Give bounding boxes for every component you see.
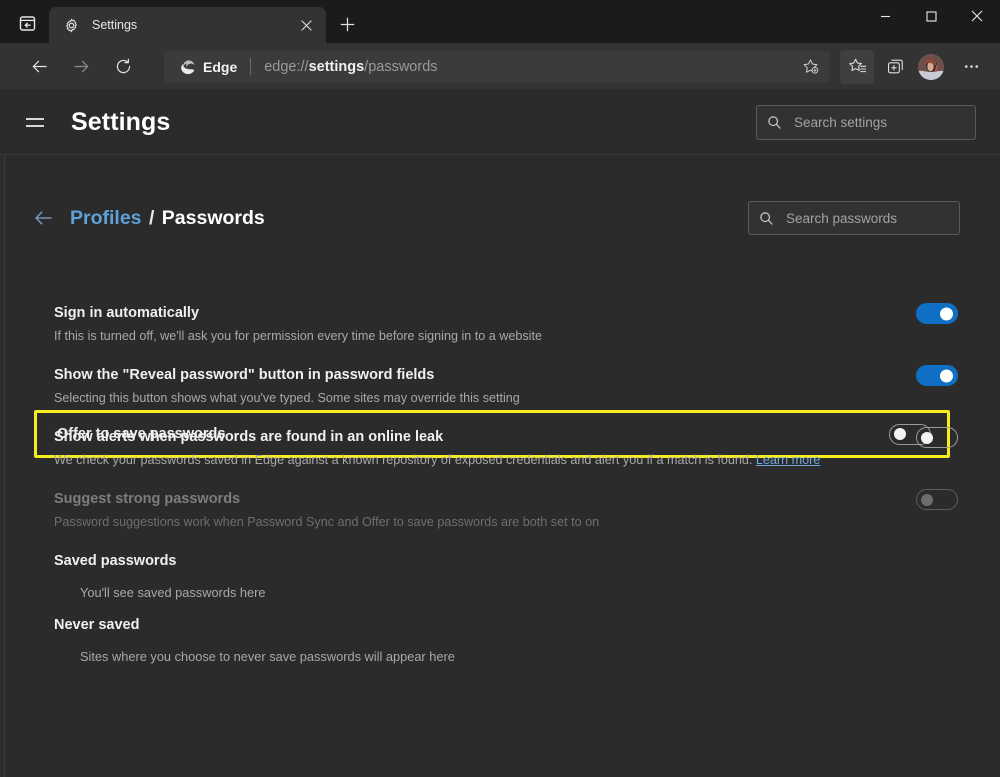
gear-icon — [63, 17, 80, 34]
breadcrumb-profiles-link[interactable]: Profiles — [70, 207, 142, 229]
reload-button[interactable] — [106, 50, 140, 84]
hamburger-icon[interactable] — [18, 106, 52, 140]
arrow-right-icon — [72, 57, 91, 76]
profile-avatar[interactable] — [918, 54, 944, 80]
search-settings-placeholder: Search settings — [794, 115, 887, 130]
page-back-button[interactable] — [28, 203, 58, 233]
setting-texts: Suggest strong passwords Password sugges… — [54, 489, 916, 531]
more-options-button[interactable] — [954, 50, 988, 84]
browser-tab-settings[interactable]: Settings — [49, 7, 326, 43]
search-settings-input[interactable]: Search settings — [756, 105, 976, 140]
setting-description-text: We check your passwords saved in Edge ag… — [54, 453, 752, 467]
setting-description: If this is turned off, we'll ask you for… — [54, 327, 896, 345]
search-passwords-placeholder: Search passwords — [786, 211, 897, 226]
left-edge-rail — [4, 155, 5, 777]
title-bar: Settings — [0, 0, 1000, 43]
avatar — [918, 54, 944, 80]
hamburger-line — [26, 125, 44, 127]
new-tab-button[interactable] — [332, 9, 362, 39]
edge-logo-icon — [178, 58, 196, 76]
favorites-list-icon — [848, 57, 867, 76]
setting-texts: Show the "Reveal password" button in pas… — [54, 365, 916, 407]
window-controls — [862, 0, 1000, 32]
setting-row-sign-in-automatically[interactable]: Sign in automatically If this is turned … — [20, 303, 976, 345]
setting-title: Suggest strong passwords — [54, 489, 896, 509]
setting-description: Password suggestions work when Password … — [54, 513, 896, 531]
toggle-suggest-strong-passwords — [916, 489, 958, 510]
breadcrumb-row: Profiles / Passwords Search passwords — [20, 155, 976, 237]
search-icon — [767, 115, 782, 130]
favorites-button[interactable] — [840, 50, 874, 84]
arrow-left-icon — [30, 57, 49, 76]
minimize-button[interactable] — [862, 0, 908, 32]
tab-actions-icon — [19, 15, 36, 32]
url-host: settings — [309, 59, 365, 75]
forward-button[interactable] — [64, 50, 98, 84]
maximize-icon — [926, 11, 937, 22]
search-passwords-input[interactable]: Search passwords — [748, 201, 960, 235]
collections-icon — [886, 57, 905, 76]
collections-button[interactable] — [878, 50, 912, 84]
browser-toolbar: Edge edge://settings/passwords — [0, 43, 1000, 91]
setting-row-suggest-strong-passwords: Suggest strong passwords Password sugges… — [20, 489, 976, 531]
address-bar[interactable]: Edge edge://settings/passwords — [164, 51, 830, 83]
setting-texts: Show alerts when passwords are found in … — [54, 427, 916, 469]
passwords-content: Profiles / Passwords Search passwords Of… — [0, 155, 1000, 664]
maximize-button[interactable] — [908, 0, 954, 32]
arrow-left-icon — [32, 207, 54, 229]
breadcrumb: Profiles / Passwords — [70, 207, 265, 230]
setting-title: Sign in automatically — [54, 303, 896, 323]
section-saved-passwords: Saved passwords You'll see saved passwor… — [20, 553, 976, 600]
tab-actions-button[interactable] — [10, 6, 44, 40]
setting-description: We check your passwords saved in Edge ag… — [54, 451, 896, 469]
setting-title: Show alerts when passwords are found in … — [54, 427, 896, 447]
plus-icon — [340, 17, 355, 32]
section-empty-text: Sites where you choose to never save pas… — [80, 649, 958, 664]
breadcrumb-current: Passwords — [162, 207, 265, 229]
breadcrumb-separator: / — [149, 207, 154, 229]
settings-rows: Sign in automatically If this is turned … — [20, 241, 976, 664]
toggle-online-leak-alerts[interactable] — [916, 427, 958, 448]
search-icon — [759, 211, 774, 226]
back-button[interactable] — [22, 50, 56, 84]
edge-brand: Edge — [178, 58, 237, 76]
section-empty-text: You'll see saved passwords here — [80, 585, 958, 600]
section-heading: Never saved — [54, 617, 958, 633]
tab-close-button[interactable] — [294, 13, 318, 37]
omnibox-divider — [250, 58, 251, 75]
learn-more-link[interactable]: Learn more — [756, 453, 820, 467]
section-never-saved: Never saved Sites where you choose to ne… — [20, 617, 976, 664]
page-title: Settings — [71, 108, 170, 137]
close-button[interactable] — [954, 0, 1000, 32]
setting-title: Show the "Reveal password" button in pas… — [54, 365, 896, 385]
setting-row-reveal-password-button[interactable]: Show the "Reveal password" button in pas… — [20, 365, 976, 407]
settings-page-body: Profiles / Passwords Search passwords Of… — [0, 155, 1000, 777]
setting-row-online-leak-alerts[interactable]: Show alerts when passwords are found in … — [20, 427, 976, 469]
url-text: edge://settings/passwords — [264, 59, 796, 75]
add-favorite-icon — [802, 58, 819, 75]
add-favorite-button[interactable] — [796, 53, 824, 81]
close-icon — [301, 20, 312, 31]
ellipsis-icon — [962, 57, 981, 76]
tab-title: Settings — [92, 18, 294, 32]
minimize-icon — [880, 11, 891, 22]
section-heading: Saved passwords — [54, 553, 958, 569]
setting-description: Selecting this button shows what you've … — [54, 389, 896, 407]
hamburger-line — [26, 118, 44, 120]
reload-icon — [114, 57, 133, 76]
url-prefix: edge:// — [264, 59, 308, 75]
setting-texts: Sign in automatically If this is turned … — [54, 303, 916, 345]
edge-brand-label: Edge — [203, 59, 237, 75]
settings-header: Settings Search settings — [0, 91, 1000, 155]
url-path: /passwords — [364, 59, 437, 75]
toggle-sign-in-automatically[interactable] — [916, 303, 958, 324]
close-icon — [971, 10, 983, 22]
toggle-reveal-password-button[interactable] — [916, 365, 958, 386]
